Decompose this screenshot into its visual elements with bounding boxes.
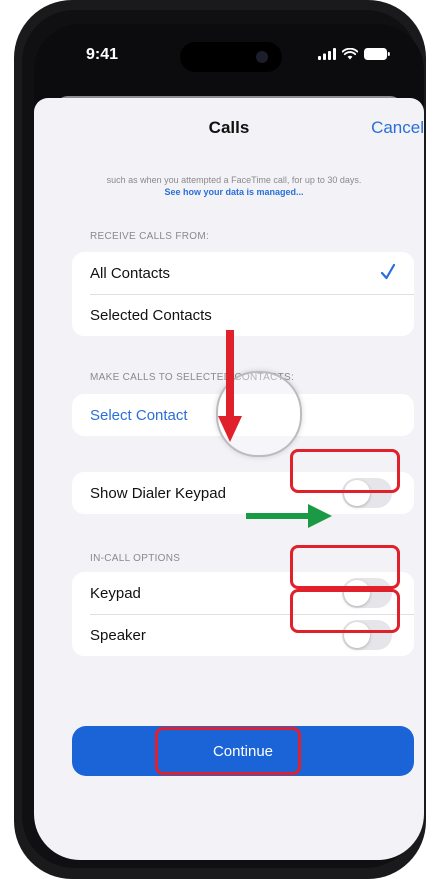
option-label: Speaker [90,626,146,644]
data-retention-info: such as when you attempted a FaceTime ca… [44,174,424,198]
cellular-signal-icon [318,48,336,60]
highlight-keypad-toggle [290,545,400,589]
highlight-continue-button [155,727,301,775]
status-time: 9:41 [86,46,119,63]
option-all-contacts[interactable]: All Contacts [72,252,414,294]
dynamic-island [180,42,282,72]
option-label: Keypad [90,584,141,602]
red-arrow-down-icon [218,330,242,442]
highlight-dialer-toggle [290,449,400,493]
camera-icon [256,51,268,63]
select-contact-label: Select Contact [90,406,188,424]
receive-calls-header: RECEIVE CALLS FROM: [90,231,210,242]
option-label: Selected Contacts [90,306,212,324]
status-icons [318,44,390,64]
in-call-options-header: IN-CALL OPTIONS [90,553,181,564]
green-arrow-right-icon [246,504,332,528]
battery-icon [364,48,390,60]
checkmark-icon [380,263,396,280]
page-title: Calls [208,118,250,137]
nav-bar: Calls Cancel [34,98,424,152]
highlight-speaker-toggle [290,589,400,633]
option-selected-contacts[interactable]: Selected Contacts [72,294,414,336]
wifi-icon [342,48,358,60]
option-label: All Contacts [90,264,171,282]
data-managed-link[interactable]: See how your data is managed... [44,186,424,198]
dialer-label: Show Dialer Keypad [90,484,226,502]
status-bar: 9:41 [34,24,424,94]
info-text: such as when you attempted a FaceTime ca… [106,175,362,185]
receive-calls-group: All Contacts Selected Contacts [72,252,414,336]
cancel-button[interactable]: Cancel [371,118,424,138]
